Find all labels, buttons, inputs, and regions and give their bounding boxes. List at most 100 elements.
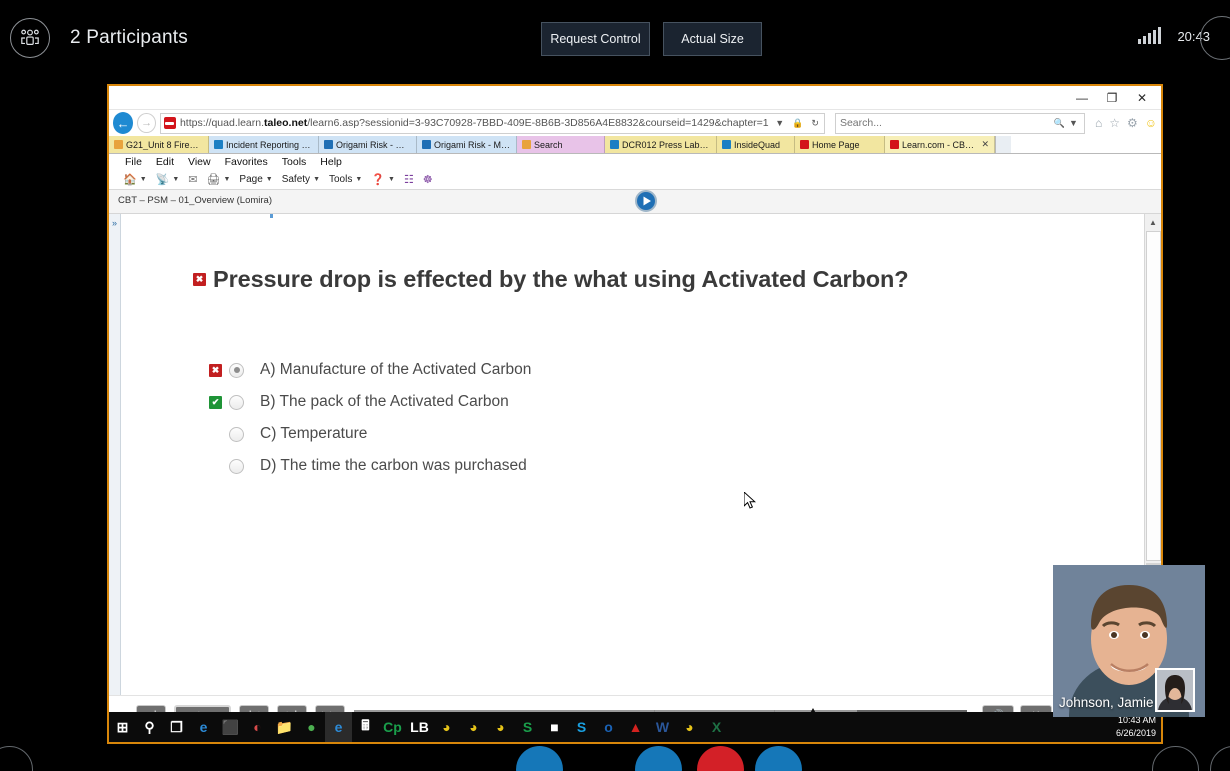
taskbar-clock[interactable]: 10:43 AM 6/26/2019	[1116, 714, 1156, 740]
participants-area[interactable]: 2 Participants	[10, 18, 188, 58]
chevron-down-icon[interactable]: ▼	[1067, 118, 1080, 128]
bottom-left-circle[interactable]	[0, 746, 33, 771]
browser-tab[interactable]: Incident Reporting - In...	[209, 136, 319, 153]
taskbar-snagit-icon[interactable]: S	[514, 712, 541, 742]
minimize-button[interactable]: —	[1067, 86, 1097, 109]
shared-screen-viewport[interactable]: — ❐ ✕ ← → https://quad.learn.taleo.net/l…	[107, 84, 1163, 744]
close-window-button[interactable]: ✕	[1127, 86, 1157, 109]
answer-option[interactable]: C) Temperature	[193, 418, 531, 450]
home-icon[interactable]: 🏠 ▼	[123, 173, 147, 186]
mail-icon[interactable]: ✉	[188, 173, 197, 186]
answer-option[interactable]: ✖ A) Manufacture of the Activated Carbon	[193, 354, 531, 386]
back-arrow-icon[interactable]: ←	[113, 112, 134, 134]
actual-size-button[interactable]: Actual Size	[663, 22, 762, 56]
ie-compat-icon[interactable]: ☷	[404, 173, 414, 186]
scrollbar-thumb[interactable]	[1146, 231, 1161, 561]
star-icon[interactable]: ☆	[1109, 116, 1120, 130]
new-tab-button[interactable]	[995, 136, 1011, 153]
chevron-down-icon[interactable]: ▼	[773, 118, 786, 128]
menu-view[interactable]: View	[188, 156, 211, 168]
help-icon[interactable]: ❓ ▼	[371, 173, 395, 186]
request-control-button[interactable]: Request Control	[541, 22, 650, 56]
browser-title-bar: — ❐ ✕	[109, 86, 1161, 110]
video-button[interactable]	[635, 746, 682, 771]
answer-option[interactable]: D) The time the carbon was purchased	[193, 450, 531, 482]
bottom-right-circle-2[interactable]	[1210, 746, 1230, 771]
taskbar-excel-icon[interactable]: X	[703, 712, 730, 742]
browser-tab[interactable]: DCR012 Press Labor D...	[605, 136, 717, 153]
taskbar-pacman-icon[interactable]: ◕	[676, 712, 703, 742]
taskbar-windows-start-icon[interactable]: ⊞	[109, 712, 136, 742]
maximize-button[interactable]: ❐	[1097, 86, 1127, 109]
answer-radio[interactable]	[229, 394, 244, 410]
taskbar-pacman-icon[interactable]: ◕	[433, 712, 460, 742]
safety-menu[interactable]: Safety ▼	[282, 174, 320, 185]
browser-tab[interactable]: Home Page	[795, 136, 885, 153]
scroll-up-icon[interactable]: ▲	[1145, 214, 1161, 230]
answer-radio[interactable]	[229, 362, 244, 378]
taskbar-chrome-icon[interactable]: ●	[298, 712, 325, 742]
answer-option-label: B) The pack of the Activated Carbon	[260, 393, 509, 410]
home-icon[interactable]: ⌂	[1095, 116, 1102, 130]
taskbar-pacman-icon[interactable]: ◕	[460, 712, 487, 742]
video-tile-self[interactable]	[1155, 668, 1195, 712]
page-menu[interactable]: Page ▼	[239, 174, 272, 185]
browser-search-box[interactable]: 🔍 ▼	[834, 112, 1085, 134]
taskbar-skype-icon[interactable]: S	[568, 712, 595, 742]
browser-tab[interactable]: Origami Risk - MARTI...	[417, 136, 517, 153]
people-icon[interactable]	[10, 18, 50, 58]
taskbar-search-icon[interactable]: ⚲	[136, 712, 163, 742]
forward-arrow-icon[interactable]: →	[137, 113, 156, 133]
end-call-button[interactable]	[697, 746, 744, 771]
menu-tools[interactable]: Tools	[282, 156, 307, 168]
taskbar-sticky-notes-icon[interactable]: ■	[541, 712, 568, 742]
mute-button[interactable]	[516, 746, 563, 771]
taskbar-lb-icon[interactable]: LB	[406, 712, 433, 742]
smiley-icon[interactable]: ☺	[1145, 116, 1157, 130]
taskbar-calculator-icon[interactable]: 🖩	[352, 712, 379, 742]
taskbar-file-explorer-icon[interactable]: 📁	[271, 712, 298, 742]
ie-compat2-icon[interactable]: ☸	[423, 173, 433, 186]
browser-tab[interactable]: Origami Risk - Welc	[319, 136, 417, 153]
address-bar[interactable]: https://quad.learn.taleo.net/learn6.asp?…	[159, 112, 825, 134]
magnifier-icon[interactable]: 🔍	[1052, 118, 1067, 129]
screen-share-session: 2 Participants Request Control Actual Si…	[0, 0, 1230, 771]
taskbar-internet-explorer-icon[interactable]: e	[325, 712, 352, 742]
share-button[interactable]	[755, 746, 802, 771]
answer-option-label: C) Temperature	[260, 425, 368, 442]
refresh-icon[interactable]: ↻	[809, 118, 821, 129]
taskbar-store-icon[interactable]: ⬛	[217, 712, 244, 742]
menu-file[interactable]: File	[125, 156, 142, 168]
menu-edit[interactable]: Edit	[156, 156, 174, 168]
taskbar-word-icon[interactable]: W	[649, 712, 676, 742]
bottom-right-circle[interactable]	[1152, 746, 1199, 771]
taskbar-captivate-icon[interactable]: Cp	[379, 712, 406, 742]
answer-radio[interactable]	[229, 426, 244, 442]
mouse-cursor	[744, 492, 756, 509]
menu-favorites[interactable]: Favorites	[225, 156, 268, 168]
print-icon[interactable]: 🖨 ▼	[207, 173, 231, 186]
menu-help[interactable]: Help	[320, 156, 342, 168]
answer-radio[interactable]	[229, 458, 244, 474]
browser-toolbar-icons: ⌂ ☆ ⚙ ☺	[1095, 116, 1157, 130]
answer-option[interactable]: ✔ B) The pack of the Activated Carbon	[193, 386, 531, 418]
browser-tab[interactable]: Learn.com - CBT – ... ✕	[885, 136, 995, 153]
double-chevron-right-icon[interactable]: »	[109, 214, 121, 695]
taskbar-paint-icon[interactable]: ◐	[244, 712, 271, 742]
tools-menu[interactable]: Tools ▼	[329, 174, 362, 185]
browser-tab[interactable]: Search	[517, 136, 605, 153]
browser-tab[interactable]: InsideQuad	[717, 136, 795, 153]
gear-icon[interactable]: ⚙	[1127, 116, 1138, 130]
taskbar-task-view-icon[interactable]: ❐	[163, 712, 190, 742]
feeds-icon[interactable]: 📡 ▼	[156, 173, 180, 186]
taskbar-pacman-icon[interactable]: ◕	[487, 712, 514, 742]
question-row: ✖ Pressure drop is effected by the what …	[193, 266, 1121, 293]
taskbar-outlook-icon[interactable]: o	[595, 712, 622, 742]
meeting-menu-button[interactable]	[1200, 16, 1230, 60]
taskbar-acrobat-icon[interactable]: ▲	[622, 712, 649, 742]
play-circle-icon[interactable]	[635, 190, 657, 212]
close-icon[interactable]: ✕	[981, 139, 989, 150]
browser-tab[interactable]: G21_Unit 8 Fire_6.26.19...	[109, 136, 209, 153]
taskbar-edge-icon[interactable]: e	[190, 712, 217, 742]
search-input[interactable]	[839, 117, 1052, 129]
